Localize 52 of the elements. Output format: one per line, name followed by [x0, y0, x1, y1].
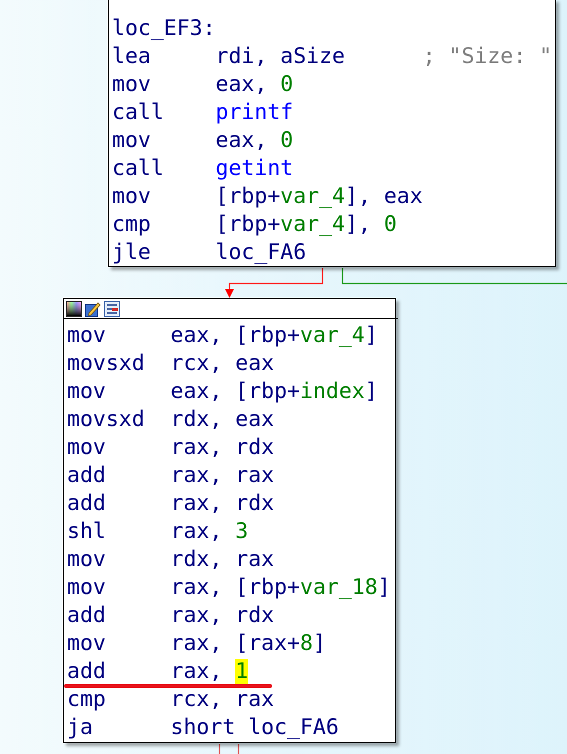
mnemonic: ja — [67, 714, 94, 740]
operands: rax, [rax+8] — [170, 630, 326, 656]
mnemonic: mov — [67, 378, 107, 404]
mnemonic: cmp — [112, 212, 152, 236]
mnemonic: add — [67, 462, 107, 488]
code-label: loc_EF3: — [112, 16, 216, 40]
code-comment: ; "Size: " — [422, 44, 552, 68]
branch-line — [218, 743, 240, 754]
mnemonic: mov — [67, 546, 107, 572]
operands: printf — [216, 100, 294, 124]
mnemonic: mov — [67, 434, 107, 460]
mnemonic: add — [67, 658, 107, 684]
mnemonic: cmp — [67, 686, 107, 712]
palette-icon[interactable] — [66, 300, 82, 316]
operands: rdi, aSize — [216, 44, 346, 68]
operands: rax, rdx — [170, 602, 274, 628]
operands: rax, rdx — [170, 434, 274, 460]
mnemonic: movsxd — [67, 350, 146, 376]
mnemonic: shl — [67, 518, 107, 544]
operands: eax, [rbp+index] — [170, 378, 378, 404]
mnemonic: add — [67, 490, 107, 516]
operands: rdx, eax — [170, 406, 274, 432]
mnemonic: mov — [112, 184, 152, 208]
operands: rcx, eax — [170, 350, 274, 376]
operands: rax, 3 — [170, 518, 248, 544]
operands: rax, [rbp+var_18] — [170, 574, 391, 600]
mnemonic: call — [112, 156, 165, 180]
mnemonic: mov — [112, 72, 152, 96]
operands: loc_FA6 — [216, 240, 306, 264]
operands: eax, [rbp+var_4] — [170, 322, 378, 348]
mnemonic: movsxd — [67, 406, 146, 432]
operands: getint — [216, 156, 294, 180]
operands: short loc_FA6 — [170, 714, 339, 740]
operands: rax, 1 — [170, 658, 248, 684]
graph-icon[interactable] — [104, 300, 120, 316]
operands: [rbp+var_4], eax — [216, 184, 423, 208]
mnemonic: mov — [67, 574, 107, 600]
operands: eax, 0 — [216, 128, 294, 152]
operands: rax, rax — [170, 462, 274, 488]
operands: rax, rdx — [170, 490, 274, 516]
operands: eax, 0 — [216, 72, 294, 96]
operands: [rbp+var_4], 0 — [216, 212, 397, 236]
mnemonic: jle — [112, 240, 152, 264]
mnemonic: mov — [112, 128, 152, 152]
pencil-icon[interactable] — [85, 300, 101, 316]
operands: rcx, rax — [170, 686, 274, 712]
mnemonic: lea — [112, 44, 152, 68]
mnemonic: mov — [67, 322, 107, 348]
operands: rdx, rax — [170, 546, 274, 572]
mnemonic: call — [112, 100, 165, 124]
mnemonic: add — [67, 602, 107, 628]
mnemonic: mov — [67, 630, 107, 656]
